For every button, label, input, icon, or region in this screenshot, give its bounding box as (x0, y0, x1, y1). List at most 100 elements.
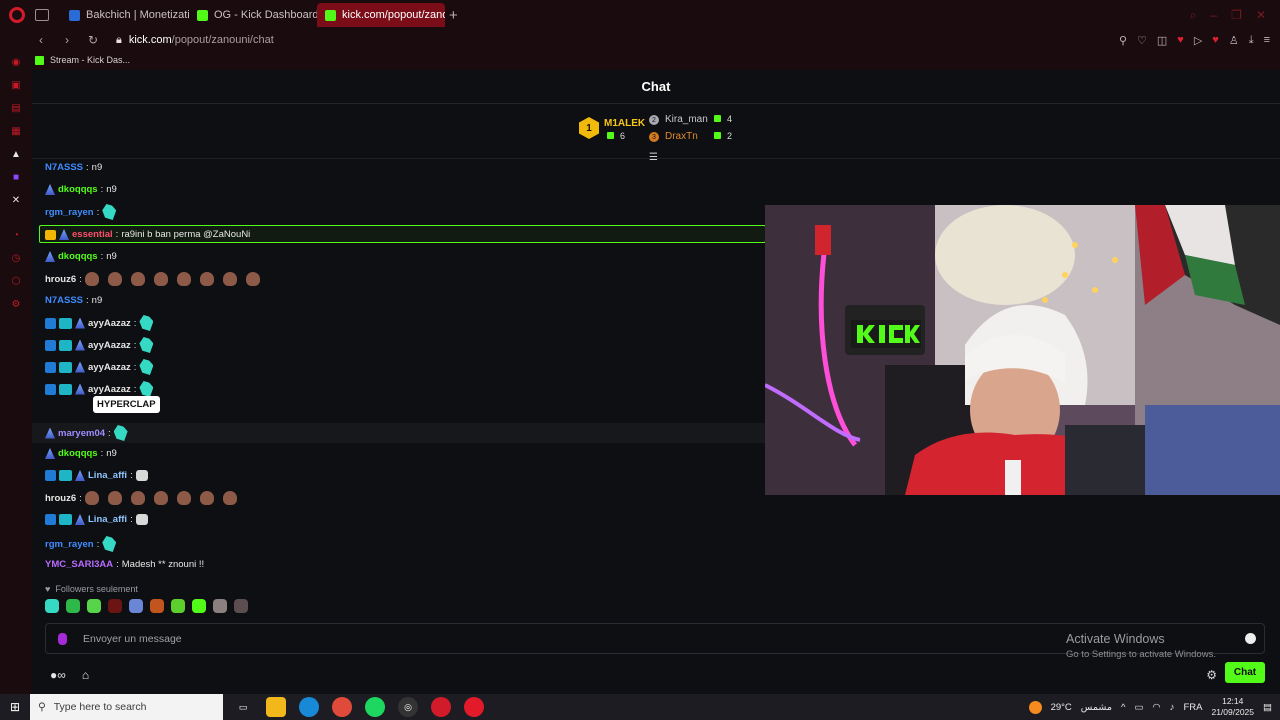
hyperclap-emote-icon[interactable] (113, 425, 128, 441)
settings-icon[interactable]: ⚙ (10, 298, 22, 310)
wifi-icon[interactable]: ◠ (1152, 702, 1160, 713)
username[interactable]: ayyAazaz (88, 318, 131, 329)
tab-kick-dashboard[interactable]: OG - Kick Dashboard (189, 3, 317, 27)
frog-emote-icon[interactable] (66, 599, 80, 613)
kick-cup-emote-icon[interactable] (192, 599, 206, 613)
chat-message[interactable]: dkoqqqs: n9 (45, 251, 117, 262)
task-view-icon[interactable]: ▭ (233, 697, 253, 717)
aria-icon[interactable]: ◉ (10, 56, 22, 68)
hyperclap-emote-icon[interactable] (139, 315, 154, 331)
chat-message[interactable]: Lina_affi: (45, 470, 148, 481)
history-icon[interactable]: ◔ (10, 229, 22, 241)
username[interactable]: hrouz6 (45, 493, 76, 504)
notifications-icon[interactable]: ▤ (1263, 702, 1272, 713)
chat-message[interactable]: hrouz6: (45, 491, 243, 505)
download-icon[interactable]: ⤓ (1249, 34, 1254, 47)
spotify-icon[interactable] (365, 697, 385, 717)
weather-temperature[interactable]: 29°C (1051, 702, 1072, 713)
clap-emote-icon[interactable] (84, 491, 99, 505)
clap-emote-icon[interactable] (222, 491, 237, 505)
alien-emote-icon[interactable] (87, 599, 101, 613)
clap-emote-icon[interactable] (107, 272, 122, 286)
chat-message[interactable]: ayyAazaz: (45, 359, 154, 375)
maximize-button[interactable]: ❐ (1231, 8, 1242, 23)
lava-emote-icon[interactable] (150, 599, 164, 613)
chat-message[interactable]: Lina_affi: (45, 514, 148, 525)
clock[interactable]: 12:14 21/09/2025 (1211, 696, 1254, 718)
play-icon[interactable]: ▷ (1194, 34, 1202, 47)
clap-emote-icon[interactable] (222, 272, 237, 286)
player-icon[interactable]: ▦ (10, 125, 22, 137)
username[interactable]: Lina_affi (88, 470, 127, 481)
hyperclap-emote-icon[interactable] (102, 204, 117, 220)
bookmark-icon[interactable]: ♡ (1137, 34, 1147, 47)
microphone-icon[interactable] (58, 632, 67, 645)
kick-smile-emote-icon[interactable] (171, 599, 185, 613)
red-mask-emote-icon[interactable] (108, 599, 122, 613)
hands-emote-icon[interactable] (135, 470, 148, 481)
store-icon[interactable]: ⌂ (82, 668, 89, 682)
username[interactable]: rgm_rayen (45, 539, 94, 550)
bookmark-stream-kick[interactable]: Stream - Kick Das... (50, 55, 130, 65)
tab-island-icon[interactable] (35, 9, 49, 21)
emoji-icon[interactable] (1245, 633, 1256, 644)
leaderboard-second-name[interactable]: Kira_man (665, 114, 708, 125)
new-tab-button[interactable]: + (449, 7, 458, 24)
chat-message[interactable]: hrouz6: (45, 272, 266, 286)
clap-emote-icon[interactable] (107, 491, 122, 505)
figure-emote-icon[interactable] (234, 599, 248, 613)
forward-button[interactable]: › (58, 33, 76, 47)
clap-emote-icon[interactable] (245, 272, 260, 286)
chat-message[interactable]: rgm_rayen: (45, 204, 117, 220)
username[interactable]: maryem04 (58, 428, 105, 439)
chat-message[interactable]: essential: ra9ini b ban perma @ZaNouNi (45, 229, 250, 240)
extensions-icon[interactable]: ⬡ (10, 275, 22, 287)
hyperclap-emote-icon[interactable] (139, 359, 154, 375)
arc-icon[interactable]: ▲ (10, 148, 22, 160)
hyperclap-emote-icon[interactable] (139, 337, 154, 353)
gifter-emote-icon[interactable] (129, 599, 143, 613)
windows-start-icon[interactable]: ⊞ (0, 700, 30, 714)
file-explorer-icon[interactable] (266, 697, 286, 717)
username[interactable]: ayyAazaz (88, 384, 131, 395)
language-indicator[interactable]: FRA (1183, 702, 1202, 713)
messenger-icon[interactable]: ▤ (10, 102, 22, 114)
close-button[interactable]: ✕ (1256, 8, 1266, 23)
wallet-icon[interactable]: ▣ (10, 79, 22, 91)
chat-message[interactable]: YMC_SARI3AA: Madesh ** znouni !! (45, 559, 204, 570)
leaderboard-first-name[interactable]: M1ALEK (604, 118, 645, 129)
clap-emote-icon[interactable] (199, 491, 214, 505)
zoom-icon[interactable]: ⚲ (1119, 34, 1127, 47)
back-button[interactable]: ‹ (32, 33, 50, 47)
obs-icon[interactable]: ◎ (398, 697, 418, 717)
chat-message[interactable]: ayyAazaz: (45, 315, 154, 331)
search-tabs-icon[interactable]: ⌕ (1190, 8, 1197, 23)
kicks-icon[interactable]: ●∞ (50, 668, 66, 682)
clap-emote-icon[interactable] (84, 272, 99, 286)
profile-icon[interactable]: ♙ (1229, 34, 1239, 47)
chat-message[interactable]: maryem04: (45, 425, 128, 441)
minimize-button[interactable]: – (1210, 8, 1217, 23)
hands-emote-icon[interactable] (135, 514, 148, 525)
username[interactable]: dkoqqqs (58, 251, 98, 262)
hyperclap-emote-icon[interactable] (139, 381, 154, 397)
reload-button[interactable]: ↻ (84, 33, 102, 47)
twitch-icon[interactable]: ■ (10, 171, 22, 183)
send-chat-button[interactable]: Chat (1225, 662, 1265, 683)
network-icon[interactable]: ▭ (1134, 702, 1143, 713)
volume-icon[interactable]: ♪ (1170, 702, 1175, 713)
url-field[interactable]: 🔒︎ kick.com/popout/zanouni/chat (116, 34, 274, 47)
hands-emote-icon[interactable] (213, 599, 227, 613)
username[interactable]: YMC_SARI3AA (45, 559, 113, 570)
chat-message[interactable]: dkoqqqs: n9 (45, 184, 117, 195)
snapshot-icon[interactable]: ◫ (1157, 34, 1167, 47)
tab-bakchich[interactable]: Bakchich | Monetization n (61, 3, 189, 27)
chat-message[interactable]: N7ASSS: n9 (45, 162, 102, 173)
hyperclap-emote-icon[interactable] (102, 536, 117, 552)
heart-icon[interactable]: ♥ (1177, 34, 1184, 47)
username[interactable]: hrouz6 (45, 274, 76, 285)
opera-gx-icon[interactable] (431, 697, 451, 717)
edge-icon[interactable] (299, 697, 319, 717)
username[interactable]: N7ASSS (45, 295, 83, 306)
username[interactable]: ayyAazaz (88, 340, 131, 351)
